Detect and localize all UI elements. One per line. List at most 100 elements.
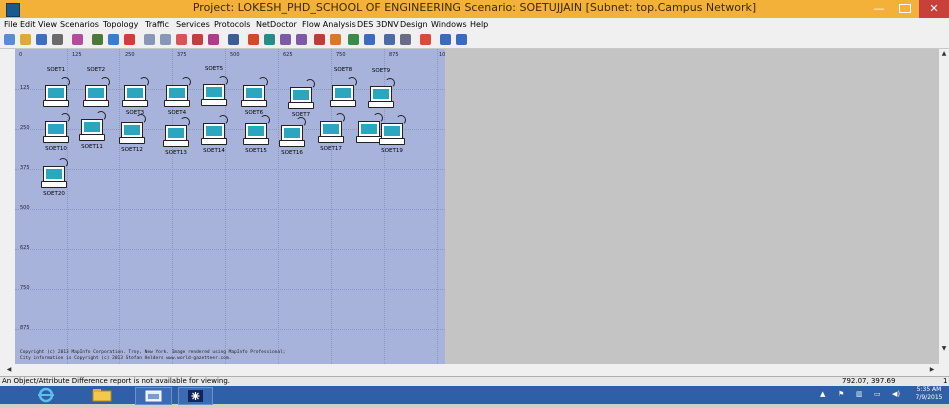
alert-icon[interactable] — [420, 34, 431, 45]
menu-edit[interactable]: Edit — [20, 20, 36, 29]
wireless-node[interactable]: SOET15 — [243, 115, 270, 154]
menu-view[interactable]: View — [38, 20, 57, 29]
statistics-icon[interactable] — [228, 34, 239, 45]
title-bar: Project: LOKESH_PHD_SCHOOL OF ENGINEERIN… — [0, 0, 949, 18]
laptop-base — [279, 140, 305, 147]
wireless-node[interactable]: SOET2 — [83, 67, 110, 107]
volume-icon[interactable]: ◀) — [892, 390, 900, 398]
node-label: SOET19 — [381, 148, 403, 154]
action-center-icon[interactable]: ⚑ — [838, 390, 844, 398]
menu-file[interactable]: File — [4, 20, 17, 29]
workspace-canvas[interactable]: 0 125 250 375 500 625 750 875 10 125 250… — [15, 49, 445, 364]
wireless-node[interactable]: SOET6 — [241, 77, 268, 116]
laptop-screen — [320, 121, 342, 137]
new-project-icon[interactable] — [4, 34, 15, 45]
laptop-screen — [45, 85, 67, 101]
node-icon[interactable] — [208, 34, 219, 45]
save-icon[interactable] — [36, 34, 47, 45]
menu-help[interactable]: Help — [470, 20, 488, 29]
y-tick-label: 500 — [20, 205, 30, 211]
show-hidden-icons-icon[interactable]: ▲ — [820, 390, 825, 398]
wireless-node[interactable]: SOET1 — [43, 67, 70, 107]
chart-icon[interactable] — [348, 34, 359, 45]
menu-des[interactable]: DES — [357, 20, 373, 29]
layout-icon[interactable] — [400, 34, 411, 45]
network-icon[interactable]: ▥ — [856, 390, 863, 398]
file-explorer-icon[interactable] — [82, 387, 122, 403]
minimize-button[interactable]: — — [866, 0, 892, 18]
wireless-node[interactable]: SOET20 — [41, 158, 68, 197]
zoom-in-icon[interactable] — [144, 34, 155, 45]
configure-traffic-icon[interactable] — [92, 34, 103, 45]
close-button[interactable]: ✕ — [919, 0, 949, 18]
analyze-icon[interactable] — [330, 34, 341, 45]
table-icon[interactable] — [364, 34, 375, 45]
wireless-node[interactable]: SOET8 — [330, 67, 357, 107]
laptop-screen — [124, 85, 146, 101]
vertical-scrollbar[interactable]: ▲ ▼ — [939, 49, 949, 364]
scroll-up-arrow-icon[interactable]: ▲ — [939, 49, 949, 59]
report-icon[interactable] — [384, 34, 395, 45]
grid-icon[interactable] — [280, 34, 291, 45]
grid-alt-icon[interactable] — [296, 34, 307, 45]
y-tick-label: 125 — [20, 85, 30, 91]
clock-time: 5:35 AM — [916, 386, 942, 393]
laptop-screen — [203, 123, 225, 139]
menu-windows[interactable]: Windows — [431, 20, 467, 29]
results-icon[interactable] — [248, 34, 259, 45]
battery-icon[interactable]: ▭ — [874, 390, 881, 398]
system-clock[interactable]: 5:35 AM 7/9/2015 — [912, 386, 946, 402]
menu-flow-analysis[interactable]: Flow Analysis — [302, 20, 356, 29]
wireless-node[interactable]: SOET4 — [164, 77, 191, 116]
object-palette-icon[interactable] — [72, 34, 83, 45]
laptop-base — [288, 102, 314, 109]
wireless-node[interactable]: SOET14 — [201, 115, 228, 154]
grid-line — [15, 209, 445, 210]
record-icon[interactable] — [124, 34, 135, 45]
copyright-line: Copyright (c) 2013 MapInfo Corporation. … — [20, 350, 286, 355]
menu-3dnv[interactable]: 3DNV — [376, 20, 399, 29]
menu-topology[interactable]: Topology — [103, 20, 138, 29]
y-tick-label: 750 — [20, 285, 30, 291]
left-gutter — [0, 49, 15, 364]
menu-traffic[interactable]: Traffic — [145, 20, 169, 29]
scroll-right-arrow-icon[interactable]: ▶ — [927, 364, 937, 376]
maximize-button[interactable] — [893, 0, 917, 18]
scroll-down-arrow-icon[interactable]: ▼ — [939, 344, 949, 354]
link-icon[interactable] — [176, 34, 187, 45]
wireless-node[interactable]: SOET11 — [79, 111, 106, 150]
laptop-screen — [85, 85, 107, 101]
laptop-base — [318, 136, 344, 143]
run-simulation-icon[interactable] — [108, 34, 119, 45]
wireless-node[interactable]: SOET12 — [119, 114, 146, 153]
taskbar-app-button[interactable] — [178, 387, 213, 405]
window-tile-icon[interactable] — [440, 34, 451, 45]
print-icon[interactable] — [52, 34, 63, 45]
wireless-node[interactable]: SOET17 — [318, 113, 345, 152]
window-cascade-icon[interactable] — [456, 34, 467, 45]
failure-icon[interactable] — [314, 34, 325, 45]
horizontal-scrollbar[interactable]: ◀ ▶ — [0, 364, 949, 376]
menu-services[interactable]: Services — [176, 20, 210, 29]
link-alt-icon[interactable] — [192, 34, 203, 45]
menu-protocols[interactable]: Protocols — [214, 20, 250, 29]
open-folder-icon[interactable] — [20, 34, 31, 45]
wireless-node[interactable]: SOET7 — [288, 79, 315, 118]
wireless-node[interactable]: SOET16 — [279, 117, 306, 156]
menu-design[interactable]: Design — [400, 20, 428, 29]
terrain-icon[interactable] — [264, 34, 275, 45]
wireless-node[interactable]: SOET3 — [122, 77, 149, 116]
laptop-screen — [203, 84, 225, 100]
menu-netdoctor[interactable]: NetDoctor — [256, 20, 297, 29]
wireless-node[interactable]: SOET5 — [201, 66, 228, 106]
taskbar-app-button[interactable] — [135, 387, 172, 405]
wireless-node[interactable]: SOET13 — [163, 117, 190, 156]
wireless-node[interactable]: SOET19 — [379, 115, 406, 154]
menu-scenarios[interactable]: Scenarios — [60, 20, 99, 29]
scroll-left-arrow-icon[interactable]: ◀ — [4, 364, 14, 376]
zoom-out-icon[interactable] — [160, 34, 171, 45]
folder-glyph — [92, 389, 112, 402]
internet-explorer-icon[interactable] — [30, 387, 62, 403]
wireless-node[interactable]: SOET9 — [368, 68, 395, 108]
wireless-node[interactable]: SOET10 — [43, 113, 70, 152]
